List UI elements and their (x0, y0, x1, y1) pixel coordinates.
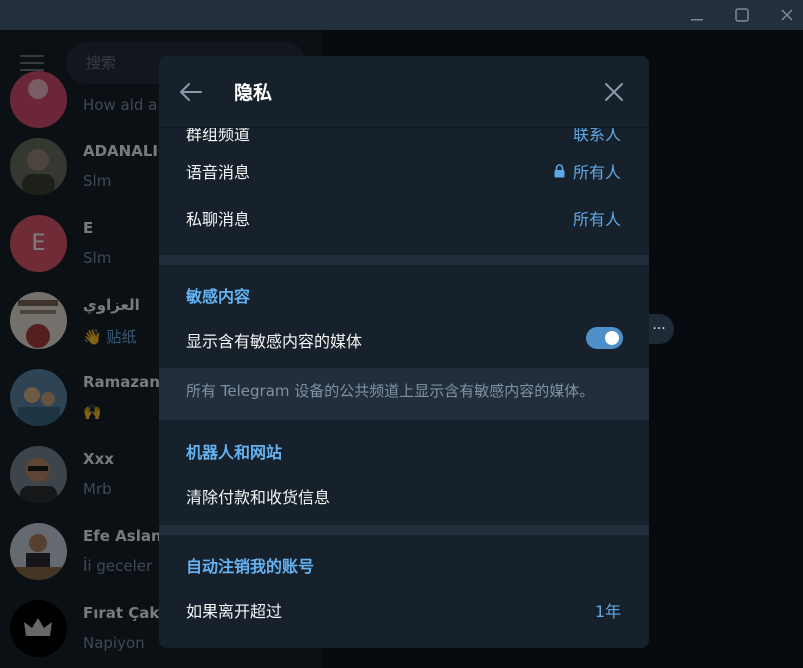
toggle-knob (603, 329, 621, 347)
sensitive-note: 所有 Telegram 设备的公共频道上显示含有敏感内容的媒体。 (159, 368, 649, 420)
row-value-group: 所有人 (554, 159, 621, 183)
close-icon[interactable] (601, 79, 627, 105)
sensitive-media-row[interactable]: 显示含有敏感内容的媒体 (159, 316, 649, 362)
minimize-button[interactable] (674, 0, 720, 30)
maximize-button[interactable] (719, 0, 765, 30)
back-arrow-icon[interactable] (177, 78, 205, 106)
privacy-row-private-messages[interactable]: 私聊消息 所有人 (159, 194, 649, 240)
dialog-header: 隐私 (159, 56, 649, 128)
row-value: 1年 (594, 602, 621, 621)
row-label: 语音消息 (186, 163, 251, 182)
privacy-row-voice-messages[interactable]: 语音消息 所有人 (159, 147, 649, 193)
row-label: 私聊消息 (186, 210, 251, 229)
lock-icon (554, 164, 565, 178)
section-title-sensitive: 敏感内容 (186, 287, 251, 306)
window-close-button[interactable] (764, 0, 803, 30)
section-title-bots: 机器人和网站 (186, 443, 283, 462)
window-titlebar (0, 0, 803, 30)
section-divider (159, 525, 649, 535)
row-label: 显示含有敏感内容的媒体 (186, 332, 363, 351)
clear-payment-info-row[interactable]: 清除付款和收货信息 (159, 472, 649, 518)
more-label: ··· (652, 321, 666, 337)
section-divider (159, 255, 649, 265)
dialog-title: 隐私 (234, 82, 273, 104)
maximize-icon (735, 8, 749, 22)
row-label: 清除付款和收货信息 (186, 488, 331, 507)
sensitive-media-toggle[interactable] (586, 327, 623, 349)
row-label: 如果离开超过 (186, 602, 283, 621)
privacy-dialog: 群组频道 联系人 语音消息 所有人 私聊消息 所有人 敏感内容 显示含有敏感内容… (159, 56, 649, 648)
section-title-autodelete: 自动注销我的账号 (186, 557, 315, 576)
self-destruct-row[interactable]: 如果离开超过 1年 (159, 586, 649, 632)
row-value: 所有人 (572, 163, 621, 182)
close-icon (781, 9, 793, 21)
row-value: 所有人 (572, 210, 621, 229)
minimize-icon (691, 19, 703, 21)
